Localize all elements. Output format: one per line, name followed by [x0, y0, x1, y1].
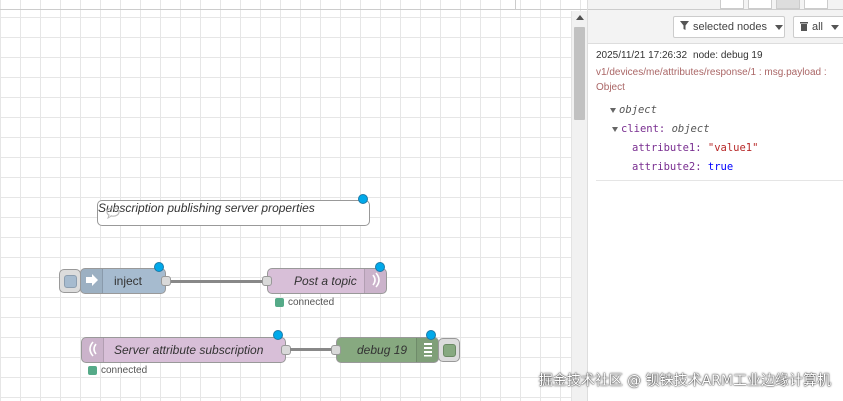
expand-triangle-icon[interactable] — [612, 126, 618, 132]
filter-label: selected nodes — [693, 21, 767, 33]
status-indicator: connected — [88, 365, 147, 376]
trash-icon — [800, 21, 808, 34]
clear-label: all — [812, 21, 824, 33]
list-icon — [423, 341, 433, 360]
changed-marker — [426, 330, 436, 340]
sidebar-tab[interactable] — [804, 0, 828, 9]
mqtt-out-label: Post a topic — [294, 274, 357, 288]
status-dot — [88, 366, 97, 375]
tree-client[interactable]: client: object — [612, 123, 710, 135]
mqtt-out-node[interactable]: Post a topic — [262, 268, 387, 294]
mqtt-in-node[interactable]: Server attribute subscription — [81, 337, 291, 363]
changed-marker — [358, 194, 368, 204]
comment-icon — [106, 207, 120, 222]
sidebar-tab-debug[interactable] — [776, 0, 800, 9]
status-text: connected — [288, 297, 335, 308]
inject-trigger-button[interactable] — [59, 269, 81, 293]
chevron-down-icon — [775, 24, 783, 30]
tab-bar-divider — [0, 9, 587, 10]
filter-button[interactable]: selected nodes — [673, 16, 785, 38]
message-node[interactable]: node: debug 19 — [693, 48, 763, 63]
scrollbar-thumb[interactable] — [574, 27, 585, 120]
wave-icon — [370, 271, 382, 291]
scroll-up-icon[interactable] — [576, 15, 584, 20]
status-indicator: connected — [275, 297, 334, 308]
debug-label: debug 19 — [357, 343, 408, 357]
mqtt-in-label: Server attribute subscription — [114, 343, 264, 357]
input-port[interactable] — [262, 276, 272, 286]
changed-marker — [154, 262, 164, 272]
debug-toolbar: selected nodes all — [588, 10, 843, 44]
message-timestamp: 2025/11/21 17:26:32 — [596, 50, 688, 61]
workspace-scrollbar[interactable] — [571, 11, 587, 401]
comment-label: Subscription publishing server propertie… — [98, 201, 315, 215]
changed-marker — [375, 262, 385, 272]
status-text: connected — [101, 365, 148, 376]
output-port[interactable] — [161, 276, 171, 286]
clear-button[interactable]: all — [793, 16, 843, 38]
wire-inject-to-post[interactable] — [171, 280, 267, 283]
sidebar-tab[interactable] — [748, 0, 772, 9]
tab-separator — [515, 0, 516, 10]
comment-node[interactable]: Subscription publishing server propertie… — [97, 200, 370, 226]
wave-icon — [87, 340, 99, 360]
sidebar-tab[interactable] — [720, 0, 744, 9]
tree-root[interactable]: object — [610, 104, 657, 116]
filter-icon — [680, 21, 689, 33]
debug-message: 2025/11/21 17:26:32 node: debug 19 v1/de… — [596, 48, 840, 95]
debug-sidebar: selected nodes all 2025/11/21 17:26:32 n… — [587, 0, 843, 401]
inject-label: inject — [114, 274, 143, 288]
message-topic: v1/devices/me/attributes/response/1 : ms… — [596, 67, 827, 93]
arrow-right-icon — [85, 273, 99, 290]
expand-triangle-icon[interactable] — [610, 107, 616, 113]
changed-marker — [273, 330, 283, 340]
debug-toggle-button[interactable] — [438, 338, 460, 362]
sidebar-tabs — [588, 0, 843, 10]
tree-attribute2: attribute2: true — [632, 161, 734, 173]
flow-workspace[interactable]: Subscription publishing server propertie… — [0, 0, 587, 401]
message-divider — [596, 180, 843, 181]
node-red-editor: Subscription publishing server propertie… — [0, 0, 843, 401]
watermark: 掘金技术社区 @ 钡铼技术ARM工业边缘计算机 — [538, 373, 831, 389]
debug-node[interactable]: debug 19 — [331, 337, 439, 363]
status-dot — [275, 298, 284, 307]
inject-node[interactable]: inject — [80, 268, 171, 294]
tree-attribute1: attribute1: "value1" — [632, 142, 759, 154]
input-port[interactable] — [331, 345, 341, 355]
wire-sub-to-debug[interactable] — [290, 348, 336, 351]
chevron-down-icon — [831, 24, 840, 30]
